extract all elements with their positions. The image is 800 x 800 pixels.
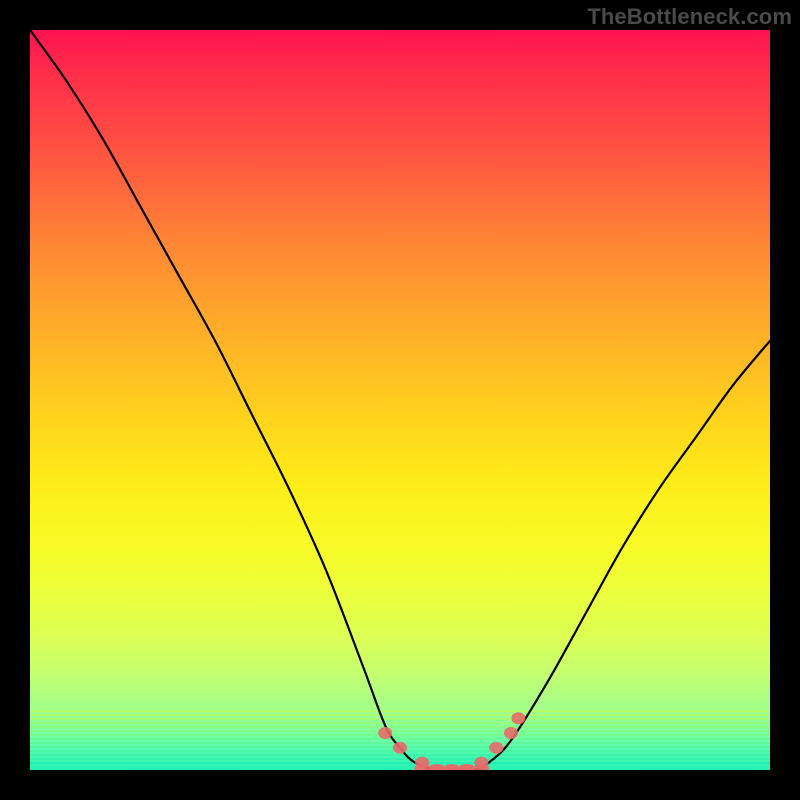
watermark-text: TheBottleneck.com xyxy=(587,4,792,30)
marker-group xyxy=(378,712,525,770)
curve-marker xyxy=(504,727,518,739)
curve-marker-bar xyxy=(444,765,460,770)
curve-marker xyxy=(489,742,503,754)
curve-marker xyxy=(511,712,525,724)
curve-marker-bar xyxy=(429,765,445,770)
chart-frame: TheBottleneck.com xyxy=(0,0,800,800)
curve-marker-bar xyxy=(414,765,430,770)
curve-marker-bar xyxy=(473,765,489,770)
curve-marker-bar xyxy=(459,765,475,770)
curve-layer xyxy=(30,30,770,770)
curve-marker xyxy=(393,742,407,754)
bottleneck-curve xyxy=(30,30,770,770)
plot-area xyxy=(30,30,770,770)
curve-marker xyxy=(378,727,392,739)
